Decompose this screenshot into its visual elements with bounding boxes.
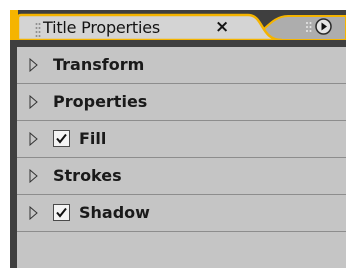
checkmark-icon	[56, 207, 67, 218]
sections-list: Transform Properties Fill Strokes Shadow	[17, 47, 346, 268]
title-properties-panel: Title Properties × Transform Properties	[10, 10, 346, 268]
section-shadow[interactable]: Shadow	[17, 195, 346, 232]
second-tab-grip-icon[interactable]	[305, 21, 313, 35]
section-label-fill: Fill	[79, 129, 107, 148]
fill-checkbox[interactable]	[53, 130, 70, 147]
section-label-transform: Transform	[53, 55, 145, 74]
checkmark-icon	[56, 133, 67, 144]
tab-grip-icon[interactable]	[35, 22, 41, 38]
shadow-checkbox[interactable]	[53, 204, 70, 221]
flyout-menu-icon[interactable]	[315, 18, 332, 35]
expand-triangle-icon[interactable]	[29, 95, 38, 109]
tab-title-properties[interactable]: Title Properties	[43, 18, 160, 37]
section-transform[interactable]: Transform	[17, 47, 346, 84]
expand-triangle-icon[interactable]	[29, 58, 38, 72]
section-properties[interactable]: Properties	[17, 84, 346, 121]
panel-tab-bar: Title Properties ×	[10, 10, 346, 40]
section-label-strokes: Strokes	[53, 166, 122, 185]
section-label-properties: Properties	[53, 92, 148, 111]
expand-triangle-icon[interactable]	[29, 169, 38, 183]
tab-close-icon[interactable]: ×	[215, 17, 229, 37]
section-strokes[interactable]: Strokes	[17, 158, 346, 195]
expand-triangle-icon[interactable]	[29, 132, 38, 146]
section-fill[interactable]: Fill	[17, 121, 346, 158]
expand-triangle-icon[interactable]	[29, 206, 38, 220]
section-label-shadow: Shadow	[79, 203, 150, 222]
